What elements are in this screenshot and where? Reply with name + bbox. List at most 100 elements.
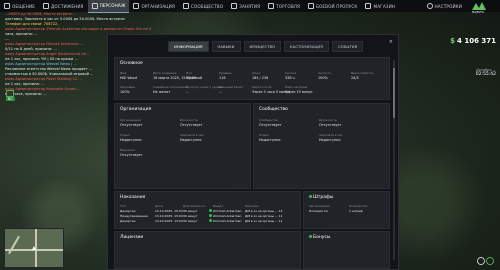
field-label: Организация <box>120 118 141 122</box>
table-cell: Полиция СА <box>309 209 328 213</box>
table-cell: Деморган <box>120 209 136 213</box>
field-value: 184 / 236 <box>252 76 269 80</box>
field-value: ... <box>186 90 190 94</box>
table-header: Длительность <box>183 204 206 208</box>
field-label: Отдел <box>120 133 130 137</box>
field-label: Здоровье <box>120 85 135 89</box>
status-dot-icon <box>209 214 212 217</box>
main-info-title: Основное <box>120 61 143 66</box>
table-header: Тип <box>120 204 126 208</box>
table-header: Выдал <box>213 204 224 208</box>
tab-3[interactable]: КАСТОМИЗАЦИЯ <box>284 41 329 52</box>
bonuses-section: Бонусы <box>303 231 390 269</box>
field-value: Отсутствует <box>259 123 282 127</box>
close-icon[interactable]: × <box>389 39 393 45</box>
field-label: Должность <box>319 118 337 122</box>
licenses-title: Лицензии <box>120 235 144 240</box>
trophy-icon <box>43 3 50 9</box>
panel-scrollbar[interactable] <box>393 60 395 260</box>
field-label: Семейное положение <box>153 85 188 89</box>
status-dot-icon <box>209 209 212 212</box>
minimap <box>4 228 64 268</box>
building-icon <box>133 3 140 9</box>
table-cell: Zimmah Ackerman <box>213 219 242 223</box>
field-label: Карта после <box>252 85 272 89</box>
shop-icon <box>365 3 372 9</box>
svg-text:MAJESTIC: MAJESTIC <box>472 10 484 14</box>
field-label: Отдел <box>259 133 269 137</box>
field-label: Сытость <box>318 71 332 75</box>
field-label: Варнинги <box>120 148 136 152</box>
table-header: Дата <box>155 204 163 208</box>
field-label: Пропуск нового уровня <box>186 85 223 89</box>
top-menu-label: ТОРГОВЛЯ <box>276 3 301 9</box>
tab-2[interactable]: ИМУЩЕСТВО <box>243 41 282 52</box>
top-menu-item[interactable]: ДОСТИЖЕНИЯ <box>39 0 88 12</box>
top-menu-item[interactable]: СООБЩЕСТВО <box>179 0 227 12</box>
top-menu-item[interactable]: БОЕВОЙ ПРОПУСК <box>304 0 361 12</box>
chat-input-toggle[interactable] <box>6 90 14 97</box>
field-value: Отсутствует <box>120 153 143 157</box>
table-header: Причина <box>245 204 259 208</box>
main-info-section: Основное Имя Hilli Wood Дата создания 16 ма… <box>114 57 390 100</box>
field-value: Отсутствует <box>120 123 143 127</box>
field-value: Отсутствует <box>180 123 203 127</box>
field-label: Сообщество <box>259 118 279 122</box>
scrollbar-thumb[interactable] <box>393 68 395 118</box>
field-label: Уровень <box>219 71 232 75</box>
top-menu-item[interactable]: ПЕРСОНАЖ <box>87 0 130 13</box>
field-label: Зарплата в час <box>180 133 204 137</box>
top-menu-label: ОРГАНИЗАЦИЯ <box>141 3 175 9</box>
field-label: Имя <box>120 71 127 75</box>
field-value: Недоступно <box>180 138 202 142</box>
table-cell: ДМ в зз на органы ... 11 <box>245 219 283 223</box>
community-title: Сообщество <box>259 107 288 112</box>
character-panel: × ИНФОРМАЦИЯ НАВЫКИ ИМУЩЕСТВО КАСТОМИЗАЦИЯ С… <box>107 34 399 270</box>
punishments-title: Наказания <box>120 195 146 200</box>
table-cell: 30 минут <box>183 219 198 223</box>
money-display: $4 106 371 <box>450 37 496 45</box>
top-menu-label: ЗАНЯТИЯ <box>239 3 261 9</box>
field-value: 100% <box>120 90 130 94</box>
settings-button[interactable]: НАСТРОЙКИ <box>423 0 466 12</box>
chat-tab-badge[interactable]: ВС <box>6 97 15 101</box>
field-label: Пол <box>186 71 193 75</box>
top-menu-label: ОБЩЕНИЕ <box>12 3 36 9</box>
cart-icon <box>268 3 275 9</box>
people-icon <box>182 3 189 9</box>
pass-icon <box>308 3 315 9</box>
chat-icon <box>4 3 10 9</box>
field-value: Недоступно <box>319 138 341 142</box>
field-value: Hilli Wood <box>120 76 137 80</box>
top-menu-label: ДОСТИЖЕНИЯ <box>51 3 84 9</box>
field-value: ... <box>219 90 223 94</box>
fines-section: Штрафы Организация Количество Полиция СА 1 … <box>303 191 390 229</box>
organization-title: Организация <box>120 107 152 112</box>
status-dot-icon <box>309 235 312 238</box>
field-value: Отсутствует <box>319 123 342 127</box>
top-menu-item[interactable]: ЗАНЯТИЯ <box>227 0 264 12</box>
field-value: Не женат <box>153 90 171 94</box>
top-menu-item[interactable]: МАГАЗИН <box>361 0 399 12</box>
top-menu-item[interactable]: ОРГАНИЗАЦИЯ <box>129 0 178 12</box>
field-value: 116 <box>219 76 226 80</box>
table-cell: ДМ в зз на органы ... 12 <box>245 209 283 213</box>
top-menu-item[interactable]: ОБЩЕНИЕ <box>0 0 39 12</box>
tab-0[interactable]: ИНФОРМАЦИЯ <box>168 41 209 52</box>
field-label: Выносливость <box>351 71 374 75</box>
work-icon <box>231 3 238 9</box>
top-menu-label: БОЕВОЙ ПРОПУСК <box>316 3 358 9</box>
fines-title-text: Штрафы <box>313 195 334 200</box>
status-dot-icon <box>209 219 212 222</box>
field-value: Недоступно <box>259 138 281 142</box>
field-label: Должность <box>180 118 198 122</box>
tab-4[interactable]: СОБЫТИЯ <box>331 41 364 52</box>
table-cell: Предупреждение <box>120 214 148 218</box>
tab-1[interactable]: НАВЫКИ <box>211 41 241 52</box>
top-menu-item[interactable]: ТОРГОВЛЯ <box>264 0 304 12</box>
clock-widget: Декабрь ... 02:55:42 <box>462 68 496 101</box>
settings-label: НАСТРОЙКИ <box>434 3 462 9</box>
panel-tabs: ИНФОРМАЦИЯ НАВЫКИ ИМУЩЕСТВО КАСТОМИЗАЦИЯ СОБ… <box>168 41 364 52</box>
table-cell: 13.10.2025, 13:04 <box>155 219 183 223</box>
server-logo: MAJESTIC <box>472 2 486 14</box>
